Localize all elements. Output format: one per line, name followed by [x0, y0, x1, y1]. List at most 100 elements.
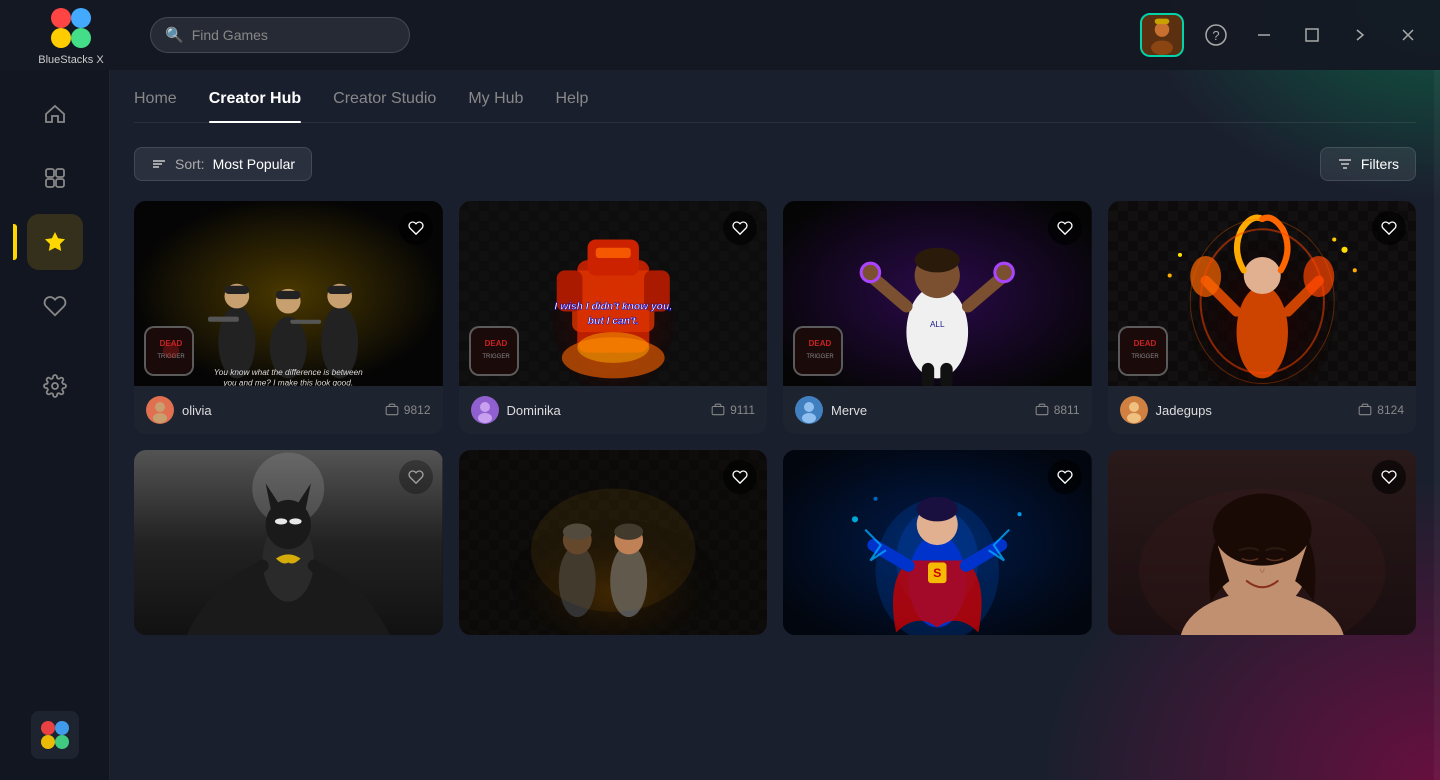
sidebar-bottom-logo [31, 711, 79, 764]
card-3-thumb: ALL DEAD TRIGGER [783, 201, 1092, 386]
card-2-avatar [471, 396, 499, 424]
card-2-creator-name: Dominika [507, 403, 561, 418]
card-3-like-button[interactable] [1048, 211, 1082, 245]
card-4-creator: Jadegups [1120, 396, 1212, 424]
close-button[interactable] [1392, 19, 1424, 51]
filter-label: Filters [1361, 156, 1399, 172]
card-3-game-badge: DEAD TRIGGER [793, 326, 843, 376]
search-input[interactable] [192, 27, 395, 43]
card-3[interactable]: ALL DEAD TRIGGER [783, 201, 1092, 434]
card-2-like-button[interactable] [723, 211, 757, 245]
sidebar-item-home[interactable] [27, 86, 83, 142]
card-8-thumb [1108, 450, 1417, 635]
card-7-thumb: S [783, 450, 1092, 635]
card-2-thumb: I wish I didn't know you, but I can't. D… [459, 201, 768, 386]
card-2[interactable]: I wish I didn't know you, but I can't. D… [459, 201, 768, 434]
card-3-avatar [795, 396, 823, 424]
topbar-right: ? [1140, 13, 1424, 57]
svg-text:DEAD: DEAD [1133, 339, 1156, 348]
card-7[interactable]: S [783, 450, 1092, 635]
svg-text:?: ? [1212, 28, 1219, 43]
card-4-like-button[interactable] [1372, 211, 1406, 245]
svg-text:TRIGGER: TRIGGER [1131, 354, 1159, 360]
svg-text:You know what the difference i: You know what the difference is between [214, 368, 363, 377]
card-5[interactable] [134, 450, 443, 635]
card-1-thumb: You know what the difference is between … [134, 201, 443, 386]
card-3-creator-name: Merve [831, 403, 867, 418]
card-4[interactable]: DEAD TRIGGER Jadegups 8124 [1108, 201, 1417, 434]
card-1-footer: olivia 9812 [134, 386, 443, 434]
card-4-play-count: 8124 [1358, 403, 1404, 417]
svg-text:you and me? I make this look g: you and me? I make this look good. [222, 379, 353, 386]
toolbar: Sort: Most Popular Filters [134, 147, 1416, 181]
card-6-like-button[interactable] [723, 460, 757, 494]
card-8[interactable] [1108, 450, 1417, 635]
card-6[interactable] [459, 450, 768, 635]
card-1-creator-name: olivia [182, 403, 212, 418]
svg-text:DEAD: DEAD [809, 339, 832, 348]
card-4-avatar [1120, 396, 1148, 424]
card-4-footer: Jadegups 8124 [1108, 386, 1417, 434]
tab-creator-hub[interactable]: Creator Hub [209, 90, 301, 122]
search-icon: 🔍 [165, 26, 184, 44]
card-2-footer: Dominika 9111 [459, 386, 768, 434]
card-2-creator: Dominika [471, 396, 561, 424]
card-8-like-button[interactable] [1372, 460, 1406, 494]
svg-text:but I can't.: but I can't. [587, 316, 638, 327]
card-1-avatar [146, 396, 174, 424]
cards-grid: You know what the difference is between … [134, 201, 1416, 635]
minimize-button[interactable] [1248, 19, 1280, 51]
sort-label: Sort: [175, 156, 205, 172]
card-4-game-badge: DEAD TRIGGER [1118, 326, 1168, 376]
tab-my-hub[interactable]: My Hub [468, 90, 523, 122]
filter-button[interactable]: Filters [1320, 147, 1416, 181]
sidebar-item-settings[interactable] [27, 358, 83, 414]
sort-value: Most Popular [213, 156, 295, 172]
bluestacks-bottom-logo [31, 711, 79, 759]
svg-text:I wish I didn't know you,: I wish I didn't know you, [554, 301, 672, 312]
card-3-creator: Merve [795, 396, 867, 424]
card-4-thumb: DEAD TRIGGER [1108, 201, 1417, 386]
card-5-like-button[interactable] [399, 460, 433, 494]
logo-area: BlueStacks X [16, 4, 126, 66]
sidebar [0, 70, 110, 780]
svg-text:S: S [933, 566, 941, 580]
sidebar-item-library[interactable] [27, 150, 83, 206]
next-button[interactable] [1344, 19, 1376, 51]
maximize-button[interactable] [1296, 19, 1328, 51]
card-1[interactable]: You know what the difference is between … [134, 201, 443, 434]
main-content: Home Creator Hub Creator Studio My Hub H… [110, 70, 1440, 780]
help-button[interactable]: ? [1200, 19, 1232, 51]
sort-button[interactable]: Sort: Most Popular [134, 147, 312, 181]
card-6-thumb [459, 450, 768, 635]
card-2-game-badge: DEAD TRIGGER [469, 326, 519, 376]
nav-tabs: Home Creator Hub Creator Studio My Hub H… [134, 70, 1416, 123]
topbar: BlueStacks X 🔍 ? [0, 0, 1440, 70]
card-1-game-badge: DEAD TRIGGER [144, 326, 194, 376]
logo-label: BlueStacks X [38, 54, 103, 66]
card-1-creator: olivia [146, 396, 212, 424]
sort-icon [151, 156, 167, 172]
card-1-like-button[interactable] [399, 211, 433, 245]
game-avatar[interactable] [1140, 13, 1184, 57]
card-1-play-count: 9812 [385, 403, 431, 417]
search-bar[interactable]: 🔍 [150, 17, 410, 53]
svg-text:ALL: ALL [930, 320, 945, 329]
card-4-creator-name: Jadegups [1156, 403, 1212, 418]
card-3-footer: Merve 8811 [783, 386, 1092, 434]
tab-help[interactable]: Help [555, 90, 588, 122]
card-7-like-button[interactable] [1048, 460, 1082, 494]
bluestacks-logo [47, 4, 95, 52]
scrollbar[interactable] [1434, 70, 1440, 780]
card-2-play-count: 9111 [711, 403, 755, 417]
svg-text:DEAD: DEAD [484, 339, 507, 348]
tab-creator-studio[interactable]: Creator Studio [333, 90, 436, 122]
sidebar-item-favorites[interactable] [27, 278, 83, 334]
sidebar-item-creator[interactable] [27, 214, 83, 270]
card-3-play-count: 8811 [1035, 403, 1080, 417]
tab-home[interactable]: Home [134, 90, 177, 122]
card-5-thumb [134, 450, 443, 635]
svg-text:TRIGGER: TRIGGER [482, 354, 510, 360]
svg-text:TRIGGER: TRIGGER [806, 354, 834, 360]
filter-icon [1337, 156, 1353, 172]
